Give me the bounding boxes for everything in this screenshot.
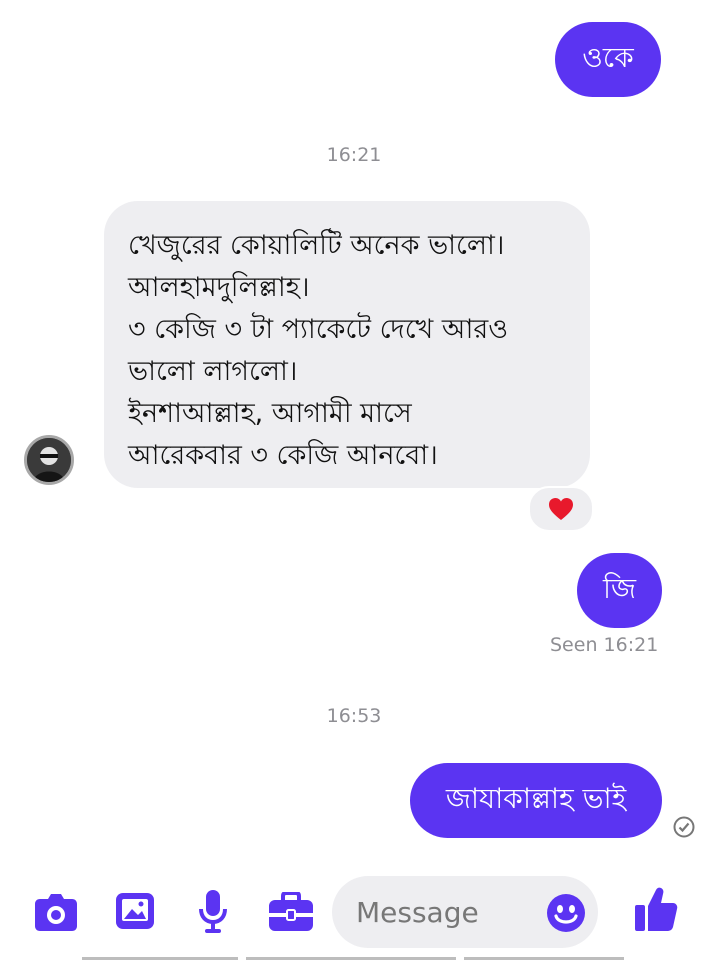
microphone-icon[interactable] — [198, 889, 228, 935]
heart-icon — [549, 498, 573, 520]
seen-status: Seen 16:21 — [550, 634, 659, 656]
message-line: আলহামদুলিল্লাহ। — [128, 272, 310, 303]
incoming-message-bubble[interactable]: খেজুরের কোয়ালিটি অনেক ভালো। আলহামদুলিল্… — [104, 201, 590, 488]
camera-icon[interactable] — [34, 893, 78, 933]
outgoing-message-bubble[interactable]: জাযাকাল্লাহ ভাই — [410, 763, 662, 838]
message-placeholder: Message — [356, 895, 479, 929]
message-line: খেজুরের কোয়ালিটি অনেক ভালো। — [128, 230, 505, 261]
avatar[interactable] — [24, 435, 74, 485]
message-line: আরেকবার ৩ কেজি আনবো। — [128, 440, 438, 471]
message-text: ওকে — [582, 41, 634, 74]
avatar-image — [27, 438, 71, 482]
like-icon[interactable] — [634, 886, 678, 932]
timestamp: 16:21 — [326, 144, 382, 166]
emoji-icon[interactable] — [546, 893, 586, 933]
message-text: জাযাকাল্লাহ ভাই — [445, 782, 627, 815]
gallery-icon[interactable] — [115, 892, 155, 930]
message-line: ৩ কেজি ৩ টা প্যাকেটে দেখে আরও — [128, 314, 509, 345]
delivered-check-icon — [673, 816, 695, 838]
reaction-badge[interactable] — [528, 486, 594, 532]
timestamp: 16:53 — [326, 705, 382, 727]
outgoing-message-bubble[interactable]: ওকে — [555, 22, 661, 97]
message-line: ভালো লাগলো। — [128, 356, 298, 387]
outgoing-message-bubble[interactable]: জি — [577, 553, 662, 628]
message-line: ইনশাআল্লাহ, আগামী মাসে — [128, 398, 412, 429]
message-text: জি — [602, 572, 637, 605]
toolbox-icon[interactable] — [268, 892, 314, 932]
